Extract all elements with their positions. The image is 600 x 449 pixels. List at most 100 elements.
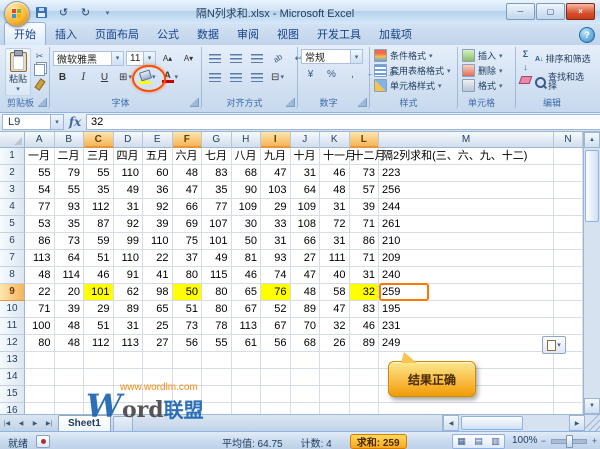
cell-G8[interactable]: 115 (202, 267, 232, 284)
cell-B3[interactable]: 55 (54, 182, 84, 199)
zoom-in-button[interactable]: + (589, 436, 600, 447)
cell-E4[interactable]: 92 (143, 199, 173, 216)
cell-L15[interactable] (349, 386, 379, 403)
paste-button[interactable]: 粘贴 ▾ (5, 48, 31, 96)
font-size-combo[interactable]: 11 ▾ (126, 50, 156, 66)
formula-input[interactable]: 32 (86, 114, 600, 130)
clear-button[interactable] (518, 74, 533, 86)
accounting-format-button[interactable]: ¥ (301, 65, 320, 83)
cell-D14[interactable] (113, 369, 143, 386)
close-button[interactable]: × (566, 3, 595, 20)
cell-A12[interactable]: 80 (25, 335, 55, 352)
cell-F13[interactable] (172, 352, 202, 369)
row-header-10[interactable]: 10 (0, 301, 25, 318)
cell-A6[interactable]: 86 (25, 233, 55, 250)
cell-G14[interactable] (202, 369, 232, 386)
cell-L16[interactable] (350, 403, 379, 414)
cell-G10[interactable]: 80 (202, 301, 232, 318)
cell-A8[interactable]: 48 (25, 267, 55, 284)
cell-E16[interactable] (143, 403, 173, 414)
cell-A9[interactable]: 22 (25, 284, 55, 301)
font-name-combo[interactable]: 微软雅黑 ▾ (53, 50, 124, 66)
cell-M5[interactable]: 261 (379, 216, 554, 233)
font-dialog-launcher[interactable] (190, 98, 199, 107)
cell-A16[interactable] (25, 403, 55, 414)
column-header-G[interactable]: G (202, 132, 232, 148)
cell-D1[interactable]: 四月 (113, 148, 143, 165)
cell-H15[interactable] (231, 386, 261, 403)
insert-cells-button[interactable]: 插入 ▾ (461, 48, 512, 63)
scroll-right-arrow[interactable]: ▶ (569, 415, 585, 431)
cell-N9[interactable] (554, 284, 583, 301)
cell-F4[interactable]: 66 (172, 199, 202, 216)
cell-J12[interactable]: 68 (290, 335, 320, 352)
page-break-view-button[interactable]: ▥ (487, 435, 504, 448)
tab-addins[interactable]: 加载项 (370, 23, 421, 45)
cell-M2[interactable]: 223 (379, 165, 554, 182)
cell-G12[interactable]: 55 (202, 335, 232, 352)
align-middle-button[interactable] (226, 49, 245, 67)
cell-F5[interactable]: 69 (172, 216, 202, 233)
alignment-dialog-launcher[interactable] (286, 98, 295, 107)
row-header-11[interactable]: 11 (0, 318, 25, 335)
cell-I2[interactable]: 47 (261, 165, 291, 182)
cell-C6[interactable]: 59 (84, 233, 114, 250)
row-header-4[interactable]: 4 (0, 199, 25, 216)
column-header-F[interactable]: F (172, 132, 202, 148)
cell-N5[interactable] (554, 216, 583, 233)
cell-J5[interactable]: 108 (290, 216, 320, 233)
cell-G4[interactable]: 77 (202, 199, 232, 216)
select-all-corner[interactable] (0, 132, 25, 148)
cell-G2[interactable]: 83 (202, 165, 232, 182)
normal-view-button[interactable]: ▦ (453, 435, 470, 448)
cell-B6[interactable]: 73 (54, 233, 84, 250)
copy-button[interactable] (33, 64, 46, 76)
cell-K5[interactable]: 72 (320, 216, 350, 233)
cell-L9[interactable]: 32 (349, 284, 379, 301)
cell-K13[interactable] (320, 352, 350, 369)
clipboard-dialog-launcher[interactable] (38, 98, 47, 107)
cell-F1[interactable]: 六月 (172, 148, 202, 165)
cell-B9[interactable]: 20 (54, 284, 84, 301)
cell-H16[interactable] (232, 403, 261, 414)
scroll-up-arrow[interactable]: ▲ (584, 132, 600, 148)
cell-L2[interactable]: 73 (349, 165, 379, 182)
cell-N13[interactable] (554, 352, 583, 369)
tab-data[interactable]: 数据 (188, 23, 228, 45)
cell-G11[interactable]: 78 (202, 318, 232, 335)
cell-K10[interactable]: 47 (320, 301, 350, 318)
cell-F11[interactable]: 73 (172, 318, 202, 335)
cell-H11[interactable]: 113 (231, 318, 261, 335)
align-right-button[interactable] (247, 68, 266, 86)
row-header-12[interactable]: 12 (0, 335, 25, 352)
column-header-K[interactable]: K (320, 132, 350, 148)
column-header-I[interactable]: I (261, 132, 291, 148)
insert-worksheet-tab[interactable] (112, 415, 133, 431)
cell-B4[interactable]: 93 (54, 199, 84, 216)
tab-page-layout[interactable]: 页面布局 (86, 23, 148, 45)
sort-filter-button[interactable]: A↓ 排序和筛选 (535, 48, 591, 70)
cell-C7[interactable]: 51 (84, 250, 114, 267)
cell-D12[interactable]: 113 (113, 335, 143, 352)
number-dialog-launcher[interactable] (358, 98, 367, 107)
cell-F10[interactable]: 51 (172, 301, 202, 318)
format-painter-button[interactable] (33, 77, 46, 91)
cell-J4[interactable]: 109 (290, 199, 320, 216)
cell-C1[interactable]: 三月 (84, 148, 114, 165)
scroll-left-arrow[interactable]: ◀ (443, 415, 459, 431)
cell-A4[interactable]: 77 (25, 199, 55, 216)
cell-D16[interactable] (114, 403, 143, 414)
cell-B2[interactable]: 79 (54, 165, 84, 182)
find-select-button[interactable]: 查找和选择 (535, 71, 591, 93)
help-button[interactable]: ? (579, 27, 595, 43)
cell-I13[interactable] (261, 352, 291, 369)
row-header-15[interactable]: 15 (0, 386, 25, 403)
row-header-3[interactable]: 3 (0, 182, 25, 199)
cell-L12[interactable]: 89 (349, 335, 379, 352)
cell-M8[interactable]: 240 (379, 267, 554, 284)
cell-H1[interactable]: 八月 (231, 148, 261, 165)
cell-M4[interactable]: 244 (379, 199, 554, 216)
cell-E9[interactable]: 98 (143, 284, 173, 301)
cell-H5[interactable]: 30 (231, 216, 261, 233)
cell-L3[interactable]: 57 (349, 182, 379, 199)
